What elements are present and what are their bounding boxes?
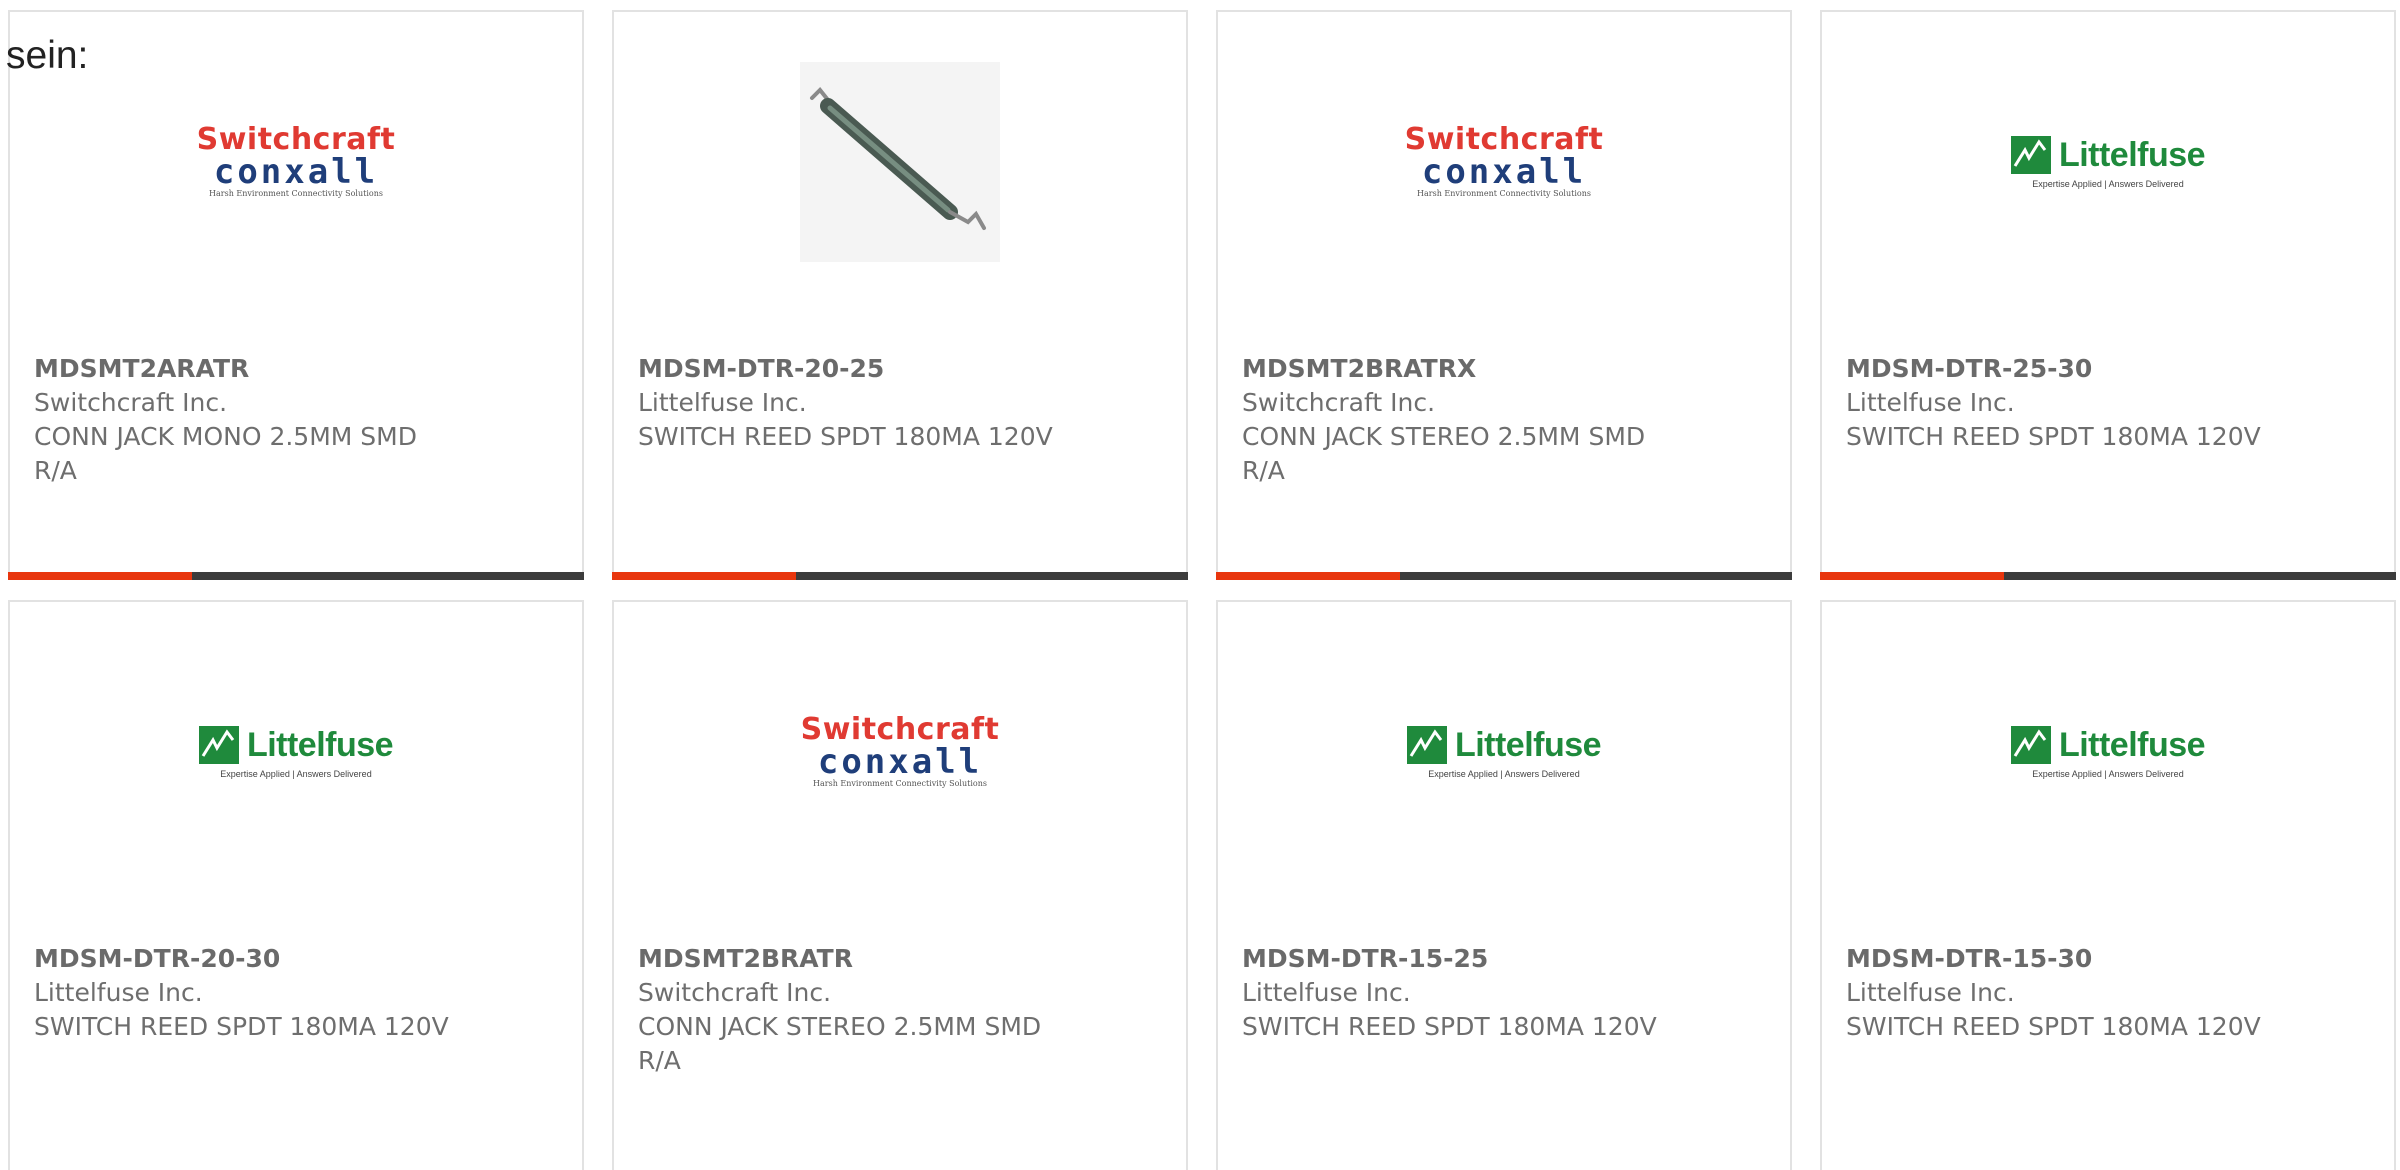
description: SWITCH REED SPDT 180MA 120V <box>1242 1012 1657 1041</box>
product-grid: Switchcraft conxall Harsh Environment Co… <box>0 0 2400 1170</box>
card-progress-bar <box>612 572 1188 580</box>
product-image: Switchcraft conxall Harsh Environment Co… <box>614 662 1186 842</box>
manufacturer: Littelfuse Inc. <box>1846 388 2015 417</box>
card-progress-bar <box>1216 572 1792 580</box>
part-number[interactable]: MDSM-DTR-15-25 <box>1242 942 1662 976</box>
intro-text: sein: <box>6 34 89 77</box>
manufacturer: Littelfuse Inc. <box>1846 978 2015 1007</box>
product-image: Switchcraft conxall Harsh Environment Co… <box>10 72 582 252</box>
manufacturer: Littelfuse Inc. <box>638 388 807 417</box>
part-number[interactable]: MDSM-DTR-15-30 <box>1846 942 2266 976</box>
part-number[interactable]: MDSM-DTR-25-30 <box>1846 352 2266 386</box>
description: SWITCH REED SPDT 180MA 120V <box>638 422 1053 451</box>
littelfuse-mark-icon <box>1406 726 1447 764</box>
product-image <box>614 62 1186 262</box>
description-continued: R/A <box>34 456 77 485</box>
description: SWITCH REED SPDT 180MA 120V <box>1846 1012 2261 1041</box>
littelfuse-logo: Littelfuse Expertise Applied | Answers D… <box>1401 726 1607 779</box>
product-card[interactable]: Littelfuse Expertise Applied | Answers D… <box>8 600 584 1170</box>
littelfuse-mark-icon <box>198 726 239 764</box>
littelfuse-logo: Littelfuse Expertise Applied | Answers D… <box>193 726 399 779</box>
card-progress-bar <box>8 572 584 580</box>
description: CONN JACK STEREO 2.5MM SMD <box>1242 422 1646 451</box>
description: CONN JACK STEREO 2.5MM SMD <box>638 1012 1042 1041</box>
product-card[interactable]: Littelfuse Expertise Applied | Answers D… <box>1820 600 2396 1170</box>
description: SWITCH REED SPDT 180MA 120V <box>1846 422 2261 451</box>
card-progress-fill <box>8 572 193 580</box>
product-card[interactable]: Switchcraft conxall Harsh Environment Co… <box>612 600 1188 1170</box>
description-continued: R/A <box>638 1046 681 1075</box>
product-image: Littelfuse Expertise Applied | Answers D… <box>1218 662 1790 842</box>
littelfuse-mark-icon <box>2010 136 2051 174</box>
part-number[interactable]: MDSMT2BRATR <box>638 942 1058 976</box>
manufacturer: Switchcraft Inc. <box>1242 388 1436 417</box>
littelfuse-logo: Littelfuse Expertise Applied | Answers D… <box>2005 726 2211 779</box>
part-number[interactable]: MDSM-DTR-20-25 <box>638 352 1058 386</box>
manufacturer: Littelfuse Inc. <box>34 978 203 1007</box>
product-card[interactable]: Littelfuse Expertise Applied | Answers D… <box>1820 10 2396 580</box>
product-image: Switchcraft conxall Harsh Environment Co… <box>1218 72 1790 252</box>
product-card[interactable]: Switchcraft conxall Harsh Environment Co… <box>8 10 584 580</box>
card-progress-fill <box>1820 572 2005 580</box>
product-card[interactable]: Switchcraft conxall Harsh Environment Co… <box>1216 10 1792 580</box>
part-number[interactable]: MDSMT2ARATR <box>34 352 454 386</box>
switchcraft-conxall-logo: Switchcraft conxall Harsh Environment Co… <box>800 712 1000 789</box>
description: CONN JACK MONO 2.5MM SMD <box>34 422 417 451</box>
littelfuse-logo: Littelfuse Expertise Applied | Answers D… <box>2005 136 2211 189</box>
switchcraft-conxall-logo: Switchcraft conxall Harsh Environment Co… <box>1404 122 1604 199</box>
product-image: Littelfuse Expertise Applied | Answers D… <box>1822 72 2394 252</box>
product-image: Littelfuse Expertise Applied | Answers D… <box>10 662 582 842</box>
card-progress-bar <box>1820 572 2396 580</box>
manufacturer: Switchcraft Inc. <box>34 388 228 417</box>
product-card[interactable]: MDSM-DTR-20-25 Littelfuse Inc. SWITCH RE… <box>612 10 1188 580</box>
product-image: Littelfuse Expertise Applied | Answers D… <box>1822 662 2394 842</box>
switchcraft-conxall-logo: Switchcraft conxall Harsh Environment Co… <box>196 122 396 199</box>
description-continued: R/A <box>1242 456 1285 485</box>
reed-switch-photo <box>800 62 1000 262</box>
manufacturer: Littelfuse Inc. <box>1242 978 1411 1007</box>
description: SWITCH REED SPDT 180MA 120V <box>34 1012 449 1041</box>
part-number[interactable]: MDSM-DTR-20-30 <box>34 942 454 976</box>
part-number[interactable]: MDSMT2BRATRX <box>1242 352 1662 386</box>
littelfuse-mark-icon <box>2010 726 2051 764</box>
manufacturer: Switchcraft Inc. <box>638 978 832 1007</box>
card-progress-fill <box>612 572 797 580</box>
product-card[interactable]: Littelfuse Expertise Applied | Answers D… <box>1216 600 1792 1170</box>
card-progress-fill <box>1216 572 1401 580</box>
